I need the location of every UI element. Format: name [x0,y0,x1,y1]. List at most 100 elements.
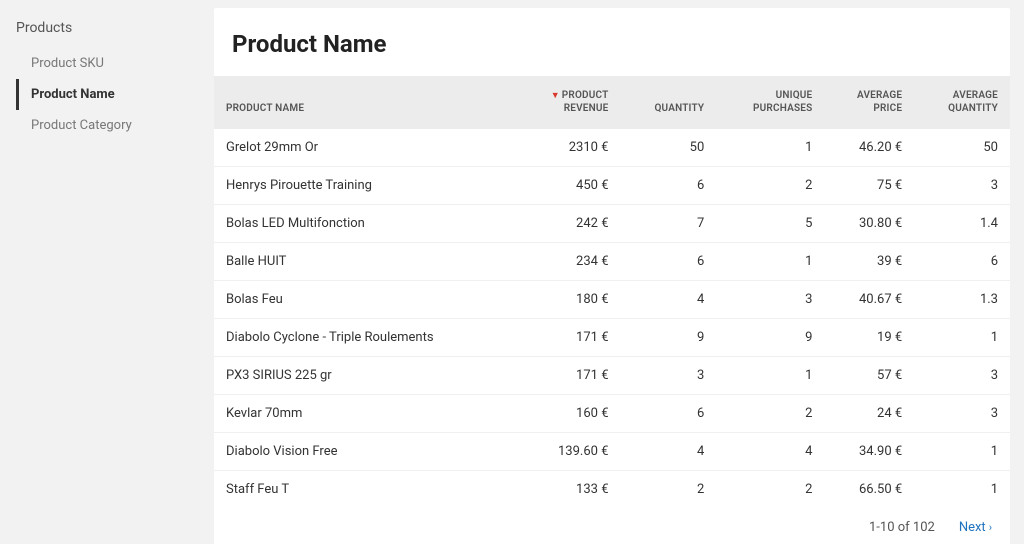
pager-next-label: Next [959,520,986,535]
cell-revenue: 160 € [514,395,620,433]
cell-name: PX3 SIRIUS 225 gr [214,357,514,395]
cell-avg-qty: 3 [914,395,1010,433]
column-header[interactable]: UNIQUEPURCHASES [716,76,824,129]
table-row[interactable]: Balle HUIT234 €6139 €6 [214,243,1010,281]
column-header[interactable]: QUANTITY [621,76,717,129]
cell-quantity: 6 [621,167,717,205]
cell-avg-qty: 1.3 [914,281,1010,319]
cell-revenue: 2310 € [514,129,620,167]
card-header: Product Name [214,8,1010,76]
cell-quantity: 50 [621,129,717,167]
cell-quantity: 6 [621,395,717,433]
pager-next-button[interactable]: Next› [959,520,992,535]
cell-revenue: 242 € [514,205,620,243]
cell-avg-price: 24 € [824,395,914,433]
table-row[interactable]: Kevlar 70mm160 €6224 €3 [214,395,1010,433]
cell-quantity: 4 [621,281,717,319]
column-header-label: AVERAGE [857,90,902,101]
cell-avg-qty: 3 [914,357,1010,395]
column-header-label: QUANTITY [654,103,704,114]
sidebar: Products Product SKUProduct NameProduct … [0,0,200,544]
cell-avg-qty: 3 [914,167,1010,205]
cell-name: Bolas LED Multifonction [214,205,514,243]
cell-name: Balle HUIT [214,243,514,281]
column-header-label: PRICE [873,103,902,114]
cell-avg-qty: 1 [914,319,1010,357]
column-header-label: REVENUE [564,103,609,114]
cell-avg-qty: 1 [914,471,1010,509]
cell-unique: 1 [716,129,824,167]
column-header-label: QUANTITY [948,103,998,114]
cell-unique: 1 [716,243,824,281]
table-row[interactable]: Diabolo Vision Free139.60 €4434.90 €1 [214,433,1010,471]
cell-quantity: 7 [621,205,717,243]
cell-avg-price: 30.80 € [824,205,914,243]
column-header-label: AVERAGE [953,90,998,101]
sidebar-heading: Products [16,20,200,36]
report-card: Product Name PRODUCT NAME ▼PRODUCT REVENUE… [214,8,1010,544]
cell-revenue: 171 € [514,357,620,395]
column-header[interactable]: AVERAGE QUANTITY [914,76,1010,129]
table-body: Grelot 29mm Or2310 €50146.20 €50Henrys P… [214,129,1010,508]
table-row[interactable]: Grelot 29mm Or2310 €50146.20 €50 [214,129,1010,167]
sidebar-item-product-sku[interactable]: Product SKU [16,48,200,79]
cell-avg-price: 40.67 € [824,281,914,319]
cell-quantity: 6 [621,243,717,281]
cell-name: Bolas Feu [214,281,514,319]
cell-revenue: 139.60 € [514,433,620,471]
cell-avg-price: 39 € [824,243,914,281]
cell-quantity: 9 [621,319,717,357]
cell-avg-price: 75 € [824,167,914,205]
page-title: Product Name [232,30,992,58]
cell-name: Diabolo Cyclone - Triple Roulements [214,319,514,357]
cell-quantity: 2 [621,471,717,509]
cell-avg-price: 57 € [824,357,914,395]
sidebar-item-product-category[interactable]: Product Category [16,110,200,141]
cell-revenue: 180 € [514,281,620,319]
table-row[interactable]: Henrys Pirouette Training450 €6275 €3 [214,167,1010,205]
column-header-label: PRODUCT [562,90,609,101]
cell-unique: 2 [716,395,824,433]
column-header[interactable]: AVERAGE PRICE [824,76,914,129]
table-row[interactable]: Staff Feu T133 €2266.50 €1 [214,471,1010,509]
column-header[interactable]: ▼PRODUCT REVENUE [514,76,620,129]
cell-avg-qty: 1.4 [914,205,1010,243]
data-table: PRODUCT NAME ▼PRODUCT REVENUE QUANTITY UNIQU… [214,76,1010,508]
cell-unique: 4 [716,433,824,471]
sidebar-item-product-name[interactable]: Product Name [16,79,200,110]
cell-revenue: 171 € [514,319,620,357]
cell-name: Diabolo Vision Free [214,433,514,471]
cell-name: Henrys Pirouette Training [214,167,514,205]
table-row[interactable]: Bolas Feu180 €4340.67 €1.3 [214,281,1010,319]
cell-avg-qty: 6 [914,243,1010,281]
cell-unique: 2 [716,471,824,509]
table-row[interactable]: Bolas LED Multifonction242 €7530.80 €1.4 [214,205,1010,243]
cell-revenue: 133 € [514,471,620,509]
cell-avg-qty: 50 [914,129,1010,167]
cell-avg-qty: 1 [914,433,1010,471]
pager-range: 1-10 of 102 [869,520,935,535]
column-header-label: PURCHASES [753,103,812,114]
cell-unique: 1 [716,357,824,395]
cell-quantity: 4 [621,433,717,471]
chevron-right-icon: › [989,521,992,534]
column-header-label: PRODUCT NAME [226,103,304,114]
cell-avg-price: 19 € [824,319,914,357]
cell-avg-price: 34.90 € [824,433,914,471]
cell-name: Staff Feu T [214,471,514,509]
pager: 1-10 of 102 Next› [214,508,1010,544]
sort-desc-icon: ▼ [551,91,560,101]
cell-unique: 5 [716,205,824,243]
table-header: PRODUCT NAME ▼PRODUCT REVENUE QUANTITY UNIQU… [214,76,1010,129]
cell-quantity: 3 [621,357,717,395]
table-row[interactable]: Diabolo Cyclone - Triple Roulements171 €… [214,319,1010,357]
cell-unique: 3 [716,281,824,319]
cell-unique: 9 [716,319,824,357]
cell-revenue: 450 € [514,167,620,205]
main-content: Product Name PRODUCT NAME ▼PRODUCT REVENUE… [200,0,1024,544]
column-header[interactable]: PRODUCT NAME [214,76,514,129]
cell-avg-price: 66.50 € [824,471,914,509]
cell-name: Kevlar 70mm [214,395,514,433]
table-row[interactable]: PX3 SIRIUS 225 gr171 €3157 €3 [214,357,1010,395]
cell-avg-price: 46.20 € [824,129,914,167]
